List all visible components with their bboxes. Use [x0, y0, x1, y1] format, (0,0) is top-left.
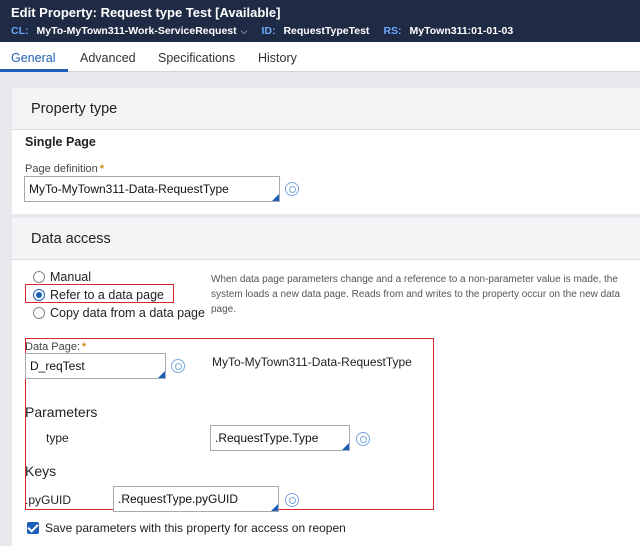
tab-specifications[interactable]: Specifications [158, 51, 235, 65]
param-value-input[interactable]: .RequestType.Type [210, 425, 350, 451]
data-page-label: Data Page: * [25, 341, 87, 353]
highlight-refer-option [25, 284, 174, 303]
radio-copy-icon [33, 307, 45, 319]
required-star-icon: * [99, 163, 105, 175]
required-star-icon: * [82, 341, 87, 353]
property-type-panel: Property type Single Page Page definitio… [12, 88, 640, 214]
chevron-down-icon[interactable]: ⌵ [241, 26, 248, 37]
keys-heading: Keys [25, 463, 57, 479]
page-definition-label: Page definition * [25, 163, 105, 175]
cl-key: CL: [11, 25, 29, 37]
rs-key: RS: [383, 25, 402, 37]
property-mode-label: Single Page [25, 135, 96, 149]
data-access-header: Data access [12, 218, 640, 260]
tab-advanced[interactable]: Advanced [80, 51, 136, 65]
open-data-page-target-icon[interactable] [171, 359, 185, 373]
data-page-input[interactable]: D_reqTest [25, 353, 166, 379]
radio-manual-icon [33, 271, 45, 283]
key-value-input[interactable]: .RequestType.pyGUID [113, 486, 279, 512]
param-target-icon[interactable] [356, 432, 370, 446]
main-content: Property type Single Page Page definitio… [0, 72, 640, 546]
autocomplete-corner-icon [342, 443, 349, 450]
autocomplete-corner-icon [158, 371, 165, 378]
key-target-icon[interactable] [285, 493, 299, 507]
editor-header: Edit Property: Request type Test [Availa… [0, 0, 640, 42]
page-definition-input[interactable]: MyTo-MyTown311-Data-RequestType [24, 176, 280, 202]
rs-value: MyTown311:01-01-03 [409, 25, 514, 37]
property-type-heading: Property type [31, 101, 118, 117]
radio-copy-data-page[interactable]: Copy data from a data page [33, 306, 205, 320]
radio-manual[interactable]: Manual [33, 270, 91, 284]
autocomplete-corner-icon [272, 194, 279, 201]
open-rule-target-icon[interactable] [285, 182, 299, 196]
tab-history[interactable]: History [258, 51, 297, 65]
id-value: RequestTypeTest [283, 25, 370, 37]
data-access-panel: Data access Manual Refer to a data page … [12, 218, 640, 546]
key-name: .pyGUID [25, 493, 72, 507]
data-access-help-text: When data page parameters change and a r… [211, 274, 621, 315]
id-key: ID: [261, 25, 276, 37]
header-meta: CL: MyTo-MyTown311-Work-ServiceRequest ⌵ ID… [11, 25, 527, 37]
param-name: type [46, 431, 69, 445]
editor-title: Edit Property: Request type Test [Availa… [11, 5, 281, 20]
tab-general[interactable]: General [11, 51, 55, 65]
tab-bar: General Advanced Specifications History [0, 42, 640, 72]
data-page-class: MyTo-MyTown311-Data-RequestType [212, 355, 412, 369]
save-params-label: Save parameters with this property for a… [45, 521, 346, 535]
autocomplete-corner-icon [271, 504, 278, 511]
property-type-header: Property type [12, 88, 640, 130]
save-params-checkbox[interactable] [27, 522, 39, 534]
parameters-heading: Parameters [25, 404, 98, 420]
cl-value[interactable]: MyTo-MyTown311-Work-ServiceRequest [37, 25, 237, 37]
data-access-heading: Data access [31, 231, 111, 247]
